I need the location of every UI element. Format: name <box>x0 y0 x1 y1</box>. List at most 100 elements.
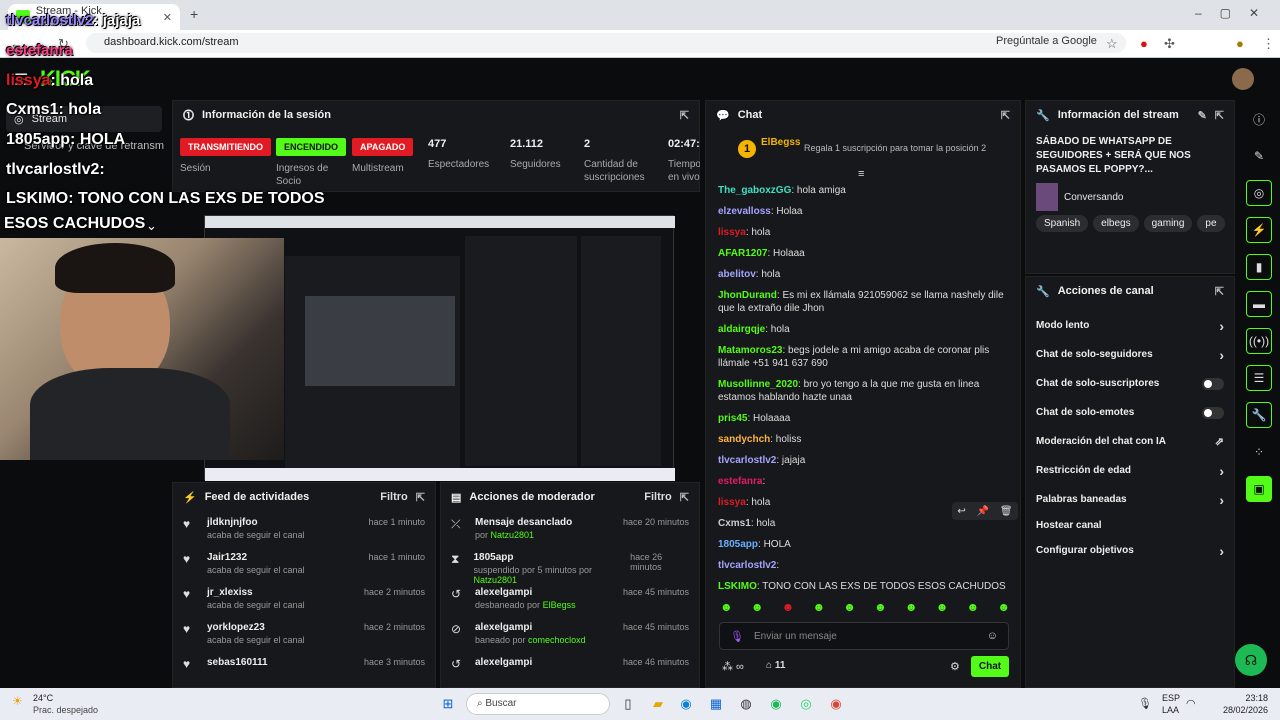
emote-icon[interactable]: ☻ <box>720 600 733 616</box>
category-thumbnail[interactable] <box>1036 183 1058 211</box>
expand-icon[interactable]: ⇱ <box>1215 285 1224 298</box>
obs-icon[interactable]: ◍ <box>736 694 756 714</box>
action-followers-only[interactable]: Chat de solo-seguidores › <box>1026 340 1234 369</box>
mod-action[interactable]: alexelgampi <box>475 587 576 598</box>
card-icon[interactable]: ▮ <box>1246 254 1272 280</box>
chat-username[interactable]: pris45 <box>718 413 747 424</box>
feed-filter-button[interactable]: Filtro <box>380 491 408 503</box>
dots-icon[interactable]: ⁘ <box>1246 439 1272 465</box>
ask-google-button[interactable]: Pregúntale a Google <box>996 35 1097 47</box>
emote-icon[interactable]: ☻ <box>843 600 856 616</box>
profile-icon[interactable]: ● <box>1236 36 1244 51</box>
feed-user[interactable]: Jair1232 <box>207 552 305 563</box>
tag[interactable]: pe <box>1197 215 1225 232</box>
send-chat-button[interactable]: Chat <box>971 656 1009 677</box>
chrome-menu-icon[interactable]: ⋮ <box>1262 36 1275 52</box>
expand-icon[interactable]: ⇱ <box>1001 109 1010 122</box>
mod-by[interactable]: comechocloxd <box>528 635 586 645</box>
feed-user[interactable]: sebas160111 <box>207 657 268 668</box>
mod-by[interactable]: ElBegss <box>543 600 576 610</box>
microphone-icon[interactable]: 🎙 <box>730 630 744 643</box>
window-controls[interactable]: –▢✕ <box>1195 6 1277 20</box>
edge-icon[interactable]: ◉ <box>676 694 696 714</box>
layout-icon[interactable]: ☰ <box>1246 365 1272 391</box>
action-age-restriction[interactable]: Restricción de edad › <box>1026 456 1234 485</box>
chat-username[interactable]: JhonDurand <box>718 290 777 301</box>
chat-username[interactable]: tlvcarlostlv2 <box>718 560 776 571</box>
collapse-icon[interactable]: ≡ <box>858 168 864 180</box>
taskbar-search[interactable]: ⌕ Buscar <box>466 693 610 715</box>
feed-user[interactable]: jldknjnjfoo <box>207 517 305 528</box>
microphone-icon[interactable]: 🎙 <box>1138 697 1152 710</box>
extensions-puzzle-icon[interactable]: ✣ <box>1164 36 1175 52</box>
expand-icon[interactable]: ⇱ <box>416 491 425 504</box>
chat-username[interactable]: lissya <box>718 227 746 238</box>
mod-action[interactable]: 1805app <box>473 552 620 563</box>
tag[interactable]: Spanish <box>1036 215 1089 232</box>
chat-username[interactable]: LSKIMO <box>718 581 757 592</box>
bolt-icon[interactable]: ⚡ <box>1246 217 1272 243</box>
wifi-icon[interactable]: ◠ <box>1186 697 1196 710</box>
gift-sub-prompt[interactable]: Regala 1 suscripción para tomar la posic… <box>804 143 986 153</box>
chat-username[interactable]: sandychch <box>718 434 770 445</box>
chevron-down-icon[interactable]: ⌄ <box>146 218 157 234</box>
action-ai-moderation[interactable]: Moderación del chat con IA ⇗ <box>1026 427 1234 456</box>
emote-icon[interactable]: ☻ <box>936 600 949 616</box>
support-headset-icon[interactable]: ☊ <box>1235 644 1267 676</box>
delete-icon[interactable]: 🗑 <box>1000 506 1013 517</box>
chat-username[interactable]: elzevalloss <box>718 206 771 217</box>
emote-icon[interactable]: ☻ <box>751 600 764 616</box>
avatar[interactable] <box>1232 68 1254 90</box>
lang-indicator-2[interactable]: LAA <box>1162 705 1179 715</box>
extension-icon[interactable]: ● <box>1140 36 1148 51</box>
close-tab-icon[interactable]: ✕ <box>163 11 172 24</box>
expand-icon[interactable]: ⇱ <box>680 491 689 504</box>
clock-time[interactable]: 23:18 <box>1220 693 1268 703</box>
chat-username[interactable]: lissya <box>718 497 746 508</box>
new-tab-icon[interactable]: + <box>190 6 198 22</box>
emote-icon[interactable]: ☻ <box>905 600 918 616</box>
app-icon[interactable]: ▣ <box>1246 476 1272 502</box>
mod-by[interactable]: Natzu2801 <box>473 575 517 585</box>
action-slow-mode[interactable]: Modo lento › <box>1026 311 1234 340</box>
emote-icon[interactable]: ☻ <box>967 600 980 616</box>
tag[interactable]: elbegs <box>1093 215 1139 232</box>
chat-input[interactable]: 🎙 Enviar un mensaje ☺ <box>719 622 1009 650</box>
wrench-icon[interactable]: 🔧 <box>1246 402 1272 428</box>
mod-filter-button[interactable]: Filtro <box>644 491 672 503</box>
mod-action[interactable]: alexelgampi <box>475 657 532 668</box>
mod-by[interactable]: Natzu2801 <box>491 530 535 540</box>
clock-date[interactable]: 28/02/2026 <box>1220 705 1268 715</box>
emote-icon[interactable]: ☻ <box>782 600 795 616</box>
emote-icon[interactable]: ☻ <box>874 600 887 616</box>
emotes-only-toggle[interactable] <box>1202 406 1224 419</box>
broadcast-icon[interactable]: ((•)) <box>1246 328 1272 354</box>
mod-action[interactable]: alexelgampi <box>475 622 586 633</box>
pen-icon[interactable]: ✎ <box>1246 143 1272 169</box>
bookmark-star-icon[interactable]: ☆ <box>1106 36 1118 52</box>
reply-icon[interactable]: ↩ <box>957 506 965 517</box>
chat-username[interactable]: Cxms1 <box>718 518 751 529</box>
chat-username[interactable]: AFAR1207 <box>718 248 767 259</box>
edit-icon[interactable]: ✎ <box>1198 109 1207 122</box>
top-gifter-name[interactable]: ElBegss <box>761 137 800 148</box>
info-icon[interactable]: ⓘ <box>1246 106 1272 132</box>
chat-username[interactable]: Matamoros23 <box>718 345 782 356</box>
windows-start-icon[interactable]: ⊞ <box>438 694 458 714</box>
file-explorer-icon[interactable]: ▰ <box>648 694 668 714</box>
subs-only-toggle[interactable] <box>1202 377 1224 390</box>
chat-icon[interactable]: ▬ <box>1246 291 1272 317</box>
chat-username[interactable]: tlvcarlostlv2 <box>718 455 776 466</box>
expand-icon[interactable]: ⇱ <box>1215 109 1224 122</box>
store-icon[interactable]: ▦ <box>706 694 726 714</box>
chat-username[interactable]: estefanra <box>718 476 762 487</box>
task-view-icon[interactable]: ▯ <box>618 694 638 714</box>
action-host-channel[interactable]: Hostear canal <box>1026 514 1234 536</box>
emote-icon[interactable]: ☻ <box>997 600 1010 616</box>
pin-icon[interactable]: 📌 <box>977 506 989 517</box>
action-banned-words[interactable]: Palabras baneadas › <box>1026 485 1234 514</box>
chat-username[interactable]: abelitov <box>718 269 756 280</box>
chat-settings-icon[interactable]: ⚙ <box>950 660 960 673</box>
capture-icon[interactable]: ◎ <box>1246 180 1272 206</box>
spotify-icon[interactable]: ◉ <box>766 694 786 714</box>
